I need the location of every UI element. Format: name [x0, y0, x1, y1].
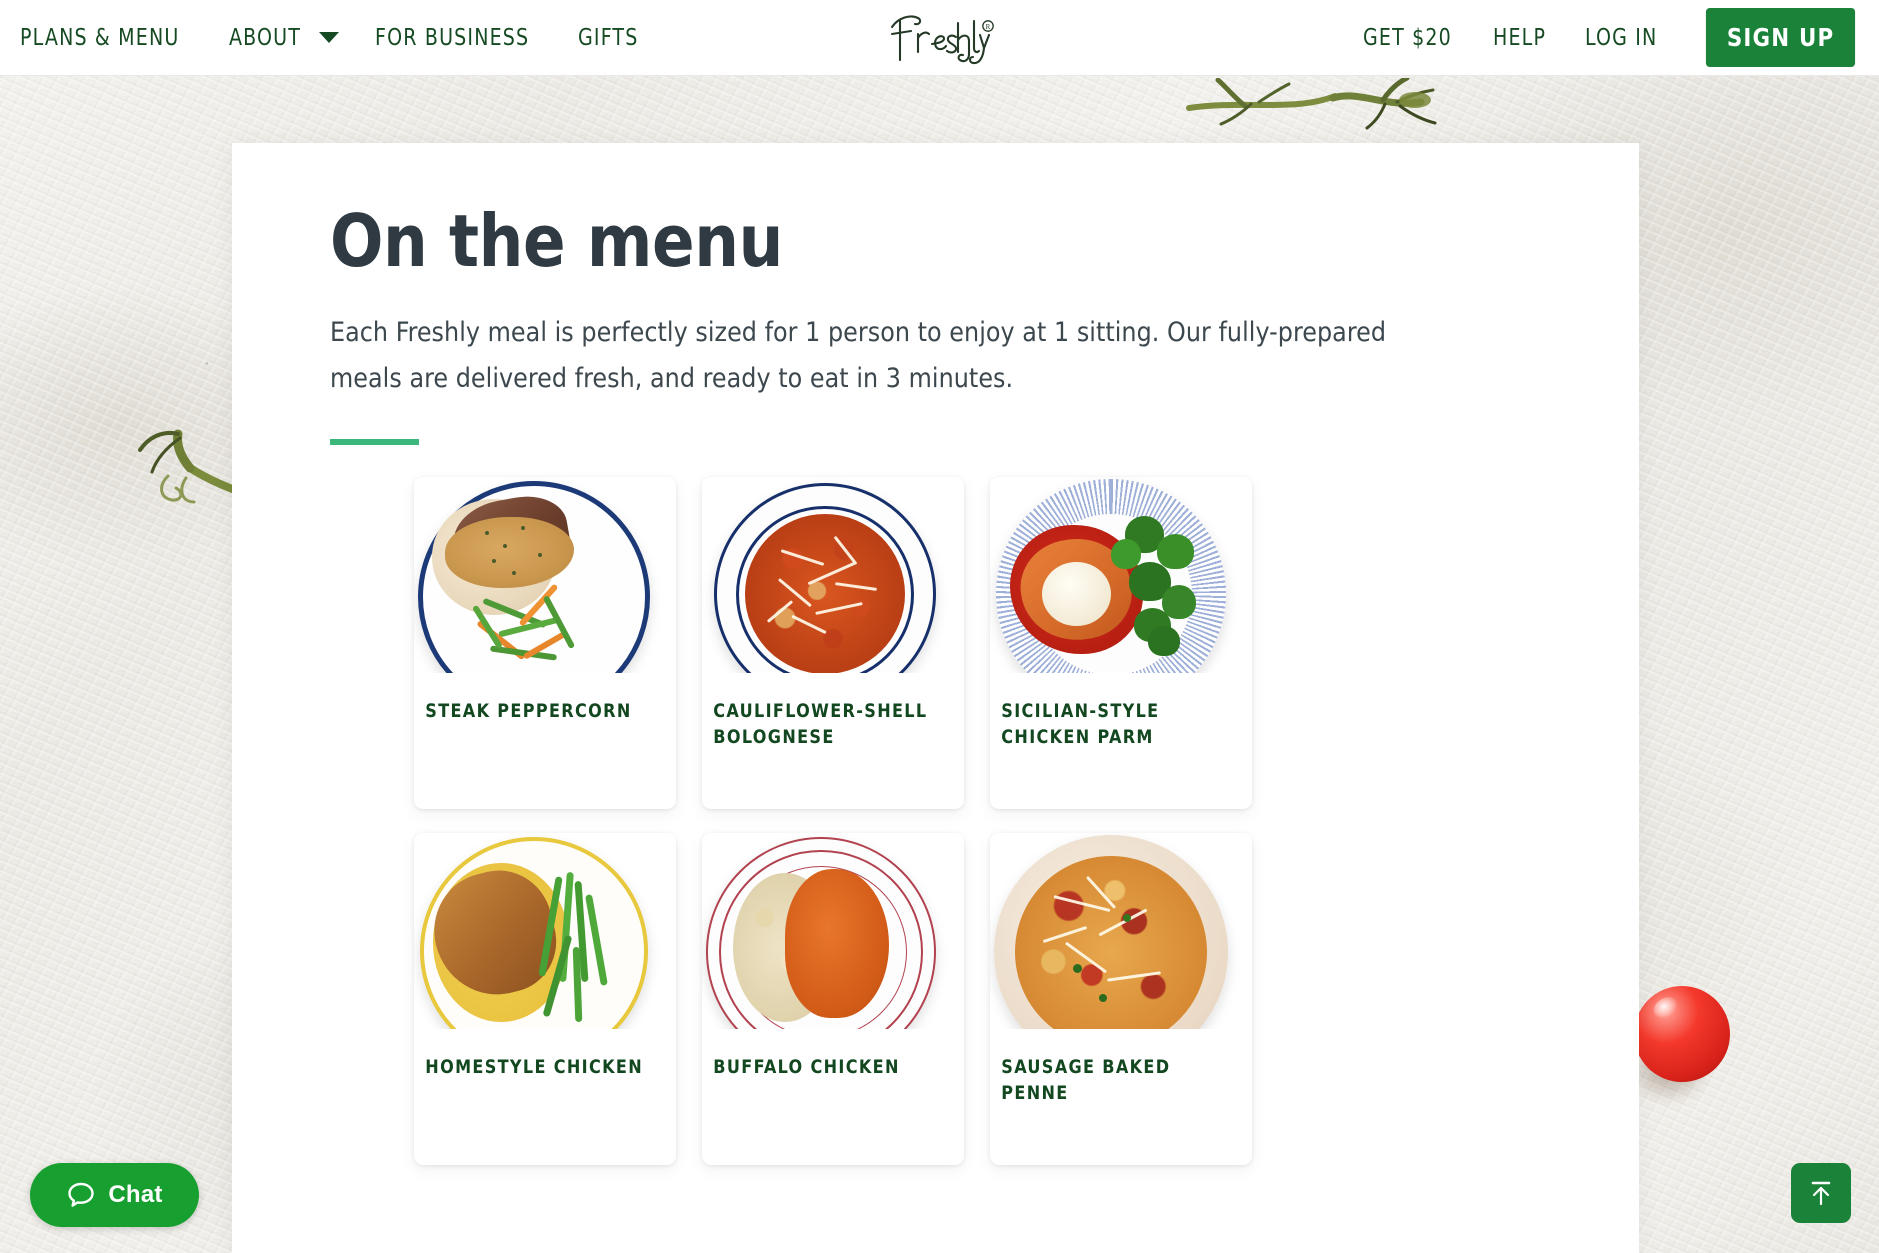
sausage-baked-penne-photo [990, 833, 1252, 1030]
scroll-to-top-button[interactable] [1791, 1163, 1851, 1223]
herb-stems-decoration [1186, 78, 1437, 130]
meal-name: STEAK PEPPERCORN [425, 700, 632, 723]
chevron-down-icon [318, 32, 339, 43]
primary-navigation: PLANS & MENU ABOUT FOR BUSINESS GIFTS [20, 25, 644, 51]
meal-name: CAULIFLOWER-SHELL BOLOGNESE [713, 700, 928, 748]
cauliflower-shell-bolognese-photo [702, 477, 964, 674]
nav-log-in[interactable]: LOG IN [1585, 25, 1657, 51]
secondary-navigation: GET $20 HELP LOG IN SIGN UP [1363, 8, 1879, 67]
page-title: On the menu [330, 199, 784, 283]
freshly-logo[interactable]: R [884, 10, 996, 66]
nav-plans-menu[interactable]: PLANS & MENU [20, 25, 179, 51]
page-subtitle: Each Freshly meal is perfectly sized for… [330, 317, 1387, 394]
chat-button[interactable]: Chat [30, 1163, 199, 1227]
site-header: PLANS & MENU ABOUT FOR BUSINESS GIFTS R … [0, 0, 1879, 76]
meal-grid: STEAK PEPPERCORN CAULIFLOWER-SHELL BOLOG… [330, 477, 1541, 1166]
meal-name: SAUSAGE BAKED PENNE [1001, 1056, 1171, 1104]
arrow-up-to-bar-icon [1811, 1181, 1831, 1206]
nav-for-business[interactable]: FOR BUSINESS [375, 25, 529, 51]
meal-name: HOMESTYLE CHICKEN [425, 1056, 643, 1079]
freshly-script-logo-icon: R [890, 14, 994, 64]
sicilian-style-chicken-parm-photo [990, 477, 1252, 674]
meal-name: SICILIAN-STYLE CHICKEN PARM [1001, 700, 1160, 748]
buffalo-chicken-photo [702, 833, 964, 1030]
accent-underline [330, 439, 419, 446]
nav-get-20[interactable]: GET $20 [1363, 25, 1452, 51]
nav-about-label: ABOUT [229, 24, 302, 51]
speech-bubble-icon [68, 1182, 95, 1207]
homestyle-chicken-photo [414, 833, 676, 1030]
nav-about[interactable]: ABOUT [229, 24, 339, 51]
meal-card[interactable]: STEAK PEPPERCORN [414, 477, 676, 810]
meal-card[interactable]: HOMESTYLE CHICKEN [414, 833, 676, 1166]
sign-up-button[interactable]: SIGN UP [1705, 8, 1856, 67]
nav-help[interactable]: HELP [1493, 25, 1546, 51]
meal-card[interactable]: BUFFALO CHICKEN [702, 833, 964, 1166]
steak-peppercorn-photo [414, 477, 676, 674]
tomato-decoration [1628, 986, 1730, 1106]
main-content-panel: On the menu Each Freshly meal is perfect… [232, 143, 1639, 1253]
meal-card[interactable]: SAUSAGE BAKED PENNE [990, 833, 1252, 1166]
meal-name: BUFFALO CHICKEN [713, 1056, 900, 1079]
chat-label: Chat [108, 1181, 163, 1208]
svg-text:R: R [985, 23, 990, 31]
meal-card[interactable]: SICILIAN-STYLE CHICKEN PARM [990, 477, 1252, 810]
nav-gifts[interactable]: GIFTS [578, 25, 638, 51]
meal-card[interactable]: CAULIFLOWER-SHELL BOLOGNESE [702, 477, 964, 810]
